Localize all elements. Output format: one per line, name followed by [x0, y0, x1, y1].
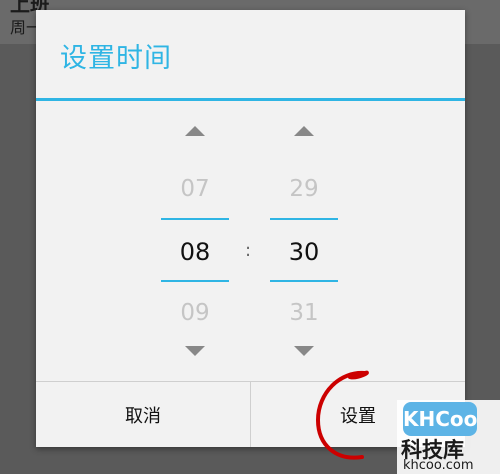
minute-decrement-chevron-down-icon[interactable]: [294, 346, 314, 356]
watermark-url: khcoo.com: [403, 458, 474, 473]
watermark: KHCoo 科技库 khcoo.com: [397, 400, 500, 474]
time-separator: :: [245, 240, 252, 261]
minute-selection-line-top: [270, 218, 338, 220]
minute-current-value[interactable]: 30: [270, 238, 338, 266]
minute-selection-line-bottom: [270, 280, 338, 282]
hour-current-value[interactable]: 08: [161, 238, 229, 266]
hour-decrement-chevron-down-icon[interactable]: [185, 346, 205, 356]
hour-increment-chevron-up-icon[interactable]: [185, 126, 205, 136]
minute-previous-value[interactable]: 29: [270, 176, 338, 202]
minute-picker[interactable]: 29 30 31: [270, 120, 338, 360]
minute-next-value[interactable]: 31: [270, 300, 338, 326]
hour-picker[interactable]: 07 08 09: [161, 120, 229, 360]
minute-increment-chevron-up-icon[interactable]: [294, 126, 314, 136]
dialog-title: 设置时间: [60, 43, 172, 74]
handwritten-circle-annotation: [315, 370, 369, 460]
hour-selection-line-top: [161, 218, 229, 220]
watermark-logo: KHCoo: [403, 402, 477, 436]
hour-selection-line-bottom: [161, 280, 229, 282]
hour-next-value[interactable]: 09: [161, 300, 229, 326]
cancel-button[interactable]: 取消: [36, 382, 250, 447]
hour-previous-value[interactable]: 07: [161, 176, 229, 202]
title-divider: [36, 98, 465, 101]
time-picker-dialog: 设置时间 07 08 09 : 29 30 31 取消 设置: [36, 10, 465, 447]
